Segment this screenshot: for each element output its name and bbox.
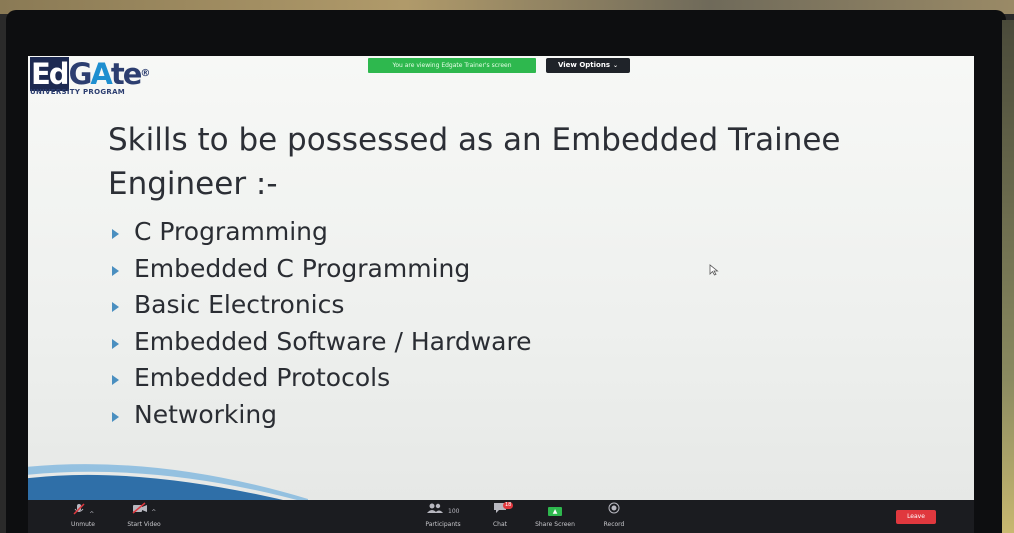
- logo-mark-te: te: [110, 57, 143, 91]
- chat-label: Chat: [492, 521, 508, 528]
- leave-button[interactable]: Leave: [896, 510, 936, 524]
- shared-screen: EdGAte® UNIVERSITY PROGRAM You are viewi…: [28, 56, 974, 504]
- list-item: C Programming: [112, 214, 532, 251]
- record-label: Record: [603, 521, 625, 528]
- bullet-arrow-icon: [112, 302, 119, 312]
- meeting-toolbar: ^ Unmute ^ Start Video 100 Participants …: [28, 500, 974, 533]
- bullet-arrow-icon: [112, 338, 119, 349]
- chat-badge: 18: [503, 502, 514, 509]
- list-item-text: Networking: [134, 399, 278, 429]
- bullet-arrow-icon: [112, 411, 119, 422]
- share-screen-button[interactable]: ▲ Share Screen: [528, 502, 582, 528]
- list-item: Embedded C Programming: [112, 251, 532, 288]
- mouse-pointer-icon: [709, 264, 719, 276]
- bullet-arrow-icon: [112, 375, 119, 385]
- microphone-muted-icon: ^: [66, 502, 100, 518]
- participants-icon: 100: [420, 502, 466, 518]
- chevron-up-icon[interactable]: ^: [151, 509, 156, 516]
- viewing-screen-banner: You are viewing Edgate Trainer's screen: [368, 58, 536, 73]
- list-item: Networking: [112, 397, 532, 434]
- slide-decoration-wave: [28, 464, 308, 504]
- share-screen-icon: ▲: [528, 502, 582, 518]
- record-icon: [594, 502, 634, 518]
- chat-button[interactable]: 18 Chat: [483, 502, 517, 528]
- logo-mark-a: A: [90, 57, 112, 91]
- participants-label: Participants: [425, 521, 461, 528]
- view-options-label: View Options: [557, 61, 610, 69]
- bullet-arrow-icon: [112, 229, 119, 239]
- list-item: Embedded Protocols: [112, 360, 532, 397]
- logo-mark: EdGAte®: [30, 57, 150, 91]
- list-item-text: Embedded Protocols: [134, 363, 391, 392]
- participants-count: 100: [448, 508, 460, 515]
- logo-mark-g: G: [68, 57, 93, 91]
- video-off-icon: ^: [122, 502, 166, 518]
- edgate-logo: EdGAte® UNIVERSITY PROGRAM: [30, 57, 150, 96]
- chevron-up-icon[interactable]: ^: [89, 511, 94, 518]
- chevron-down-icon: ⌄: [612, 62, 619, 69]
- registered-mark: ®: [140, 68, 150, 79]
- list-item-text: Embedded C Programming: [134, 253, 471, 283]
- start-video-button[interactable]: ^ Start Video: [122, 502, 166, 528]
- list-item: Basic Electronics: [112, 287, 532, 324]
- list-item-text: Basic Electronics: [134, 290, 345, 319]
- record-button[interactable]: Record: [594, 502, 634, 528]
- slide-title: Skills to be possessed as an Embedded Tr…: [108, 122, 841, 202]
- logo-mark-ed: Ed: [30, 57, 70, 91]
- participants-button[interactable]: 100 Participants: [420, 502, 466, 528]
- bullet-arrow-icon: [112, 265, 119, 276]
- unmute-button[interactable]: ^ Unmute: [66, 502, 100, 528]
- list-item: Embedded Software / Hardware: [112, 324, 532, 361]
- share-screen-label: Share Screen: [535, 521, 575, 528]
- skills-list: C Programming Embedded C Programming Bas…: [112, 214, 532, 433]
- photo-right-frame: [1002, 20, 1014, 533]
- start-video-label: Start Video: [127, 521, 161, 528]
- list-item-text: C Programming: [134, 217, 328, 246]
- view-options-button[interactable]: View Options ⌄: [546, 58, 630, 73]
- unmute-label: Unmute: [71, 521, 95, 528]
- list-item-text: Embedded Software / Hardware: [134, 326, 532, 356]
